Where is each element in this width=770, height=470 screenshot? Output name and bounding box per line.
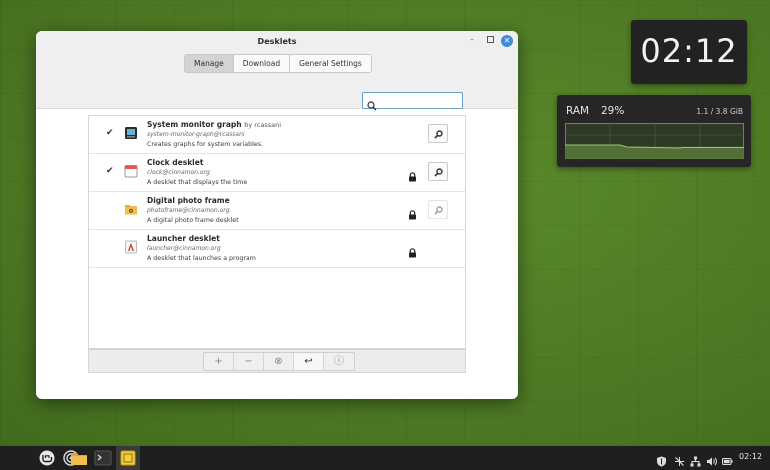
clock-desklet[interactable]: 02:12 [631,20,747,84]
tab-general-settings[interactable]: General Settings [290,55,371,72]
configure-button[interactable] [428,124,448,143]
enabled-check-icon: ✔ [106,166,114,176]
search-icon [367,96,377,111]
launcher-icon [124,239,138,254]
desklet-name: System monitor graph [147,120,242,129]
desklet-uuid: system-monitor-graph@rcassani [147,131,245,138]
configure-icon [434,130,443,139]
info-button[interactable]: ⓘ [324,353,354,370]
clock-time: 02:12 [640,32,738,70]
ram-percent: 29% [601,105,625,117]
desklet-title: System monitor graph by rcassani [147,120,281,129]
search-input[interactable] [379,94,461,107]
lock-icon [408,205,417,220]
remove-button[interactable]: − [234,353,264,370]
window-title: Desklets [257,37,297,46]
lock-icon [408,167,417,182]
battery-icon[interactable] [722,452,733,465]
desklet-description: A desklet that launches a program [147,255,256,262]
configure-icon [434,206,443,215]
lock-icon [408,243,417,258]
list-item[interactable]: ✔ Clock desklet clock@cinnamon.org A des… [89,154,465,192]
ram-monitor-desklet[interactable]: RAM 29% 1.1 / 3.8 GiB [557,95,751,167]
desklet-uuid: photoframe@cinnamon.org [147,207,230,214]
shield-icon[interactable] [656,452,667,467]
list-toolbar: + − ⊗ ↩ ⓘ [88,349,466,373]
close-icon[interactable]: ✕ [501,35,513,47]
terminal-icon[interactable] [94,449,112,467]
tab-download[interactable]: Download [234,55,291,72]
configure-icon [434,168,443,177]
monitor-icon [124,125,138,139]
add-button[interactable]: + [204,353,234,370]
desklet-description: A desklet that displays the time [147,179,248,186]
desklet-list: ✔ System monitor graph by rcassani syste… [88,115,466,349]
tab-manage[interactable]: Manage [185,55,234,72]
clear-button[interactable]: ⊗ [264,353,294,370]
enabled-check-icon: ✔ [106,128,114,138]
ram-graph [565,123,744,159]
volume-icon[interactable] [706,452,717,466]
desklet-uuid: clock@cinnamon.org [147,169,210,176]
ram-usage: 1.1 / 3.8 GiB [696,107,743,116]
desklet-uuid: launcher@cinnamon.org [147,245,221,252]
notes-icon[interactable] [119,449,137,467]
taskbar-clock[interactable]: 02:12 [739,452,762,461]
list-item[interactable]: Launcher desklet launcher@cinnamon.org A… [89,230,465,268]
mint-menu-icon[interactable] [38,449,56,467]
toolbar-button-group: + − ⊗ ↩ ⓘ [203,352,355,371]
minimize-icon[interactable]: – [470,35,474,44]
network-icon[interactable] [690,452,701,467]
desklet-description: A digital photo frame desklet [147,217,239,224]
desklet-author: by rcassani [244,121,282,129]
network-off-icon[interactable] [674,452,685,466]
desklet-name: Clock desklet [147,158,204,167]
taskbar: 02:12 [0,446,770,470]
list-item[interactable]: Digital photo frame photoframe@cinnamon.… [89,192,465,230]
calendar-icon [124,163,138,178]
desklet-description: Creates graphs for system variables. [147,141,264,148]
configure-button[interactable] [428,162,448,181]
list-item[interactable]: ✔ System monitor graph by rcassani syste… [89,116,465,154]
maximize-icon[interactable] [487,36,494,45]
search-box[interactable] [362,92,463,111]
restore-button[interactable]: ↩ [294,353,324,370]
tab-bar: Manage Download General Settings [184,54,372,73]
desklet-name: Digital photo frame [147,196,230,205]
folder-photo-icon [124,201,138,215]
files-icon[interactable] [70,449,88,467]
configure-button[interactable] [428,200,448,219]
ram-label: RAM [566,105,590,117]
desklet-name: Launcher desklet [147,234,220,243]
desklets-window: Desklets – ✕ Manage Download General Set… [36,31,518,399]
